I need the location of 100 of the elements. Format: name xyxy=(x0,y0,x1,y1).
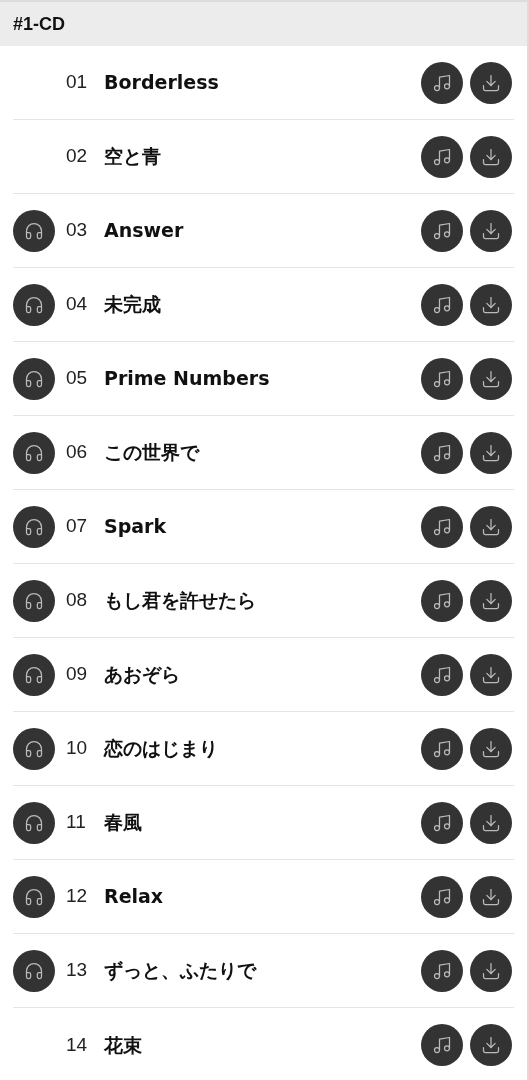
track-number: 13 xyxy=(66,958,89,983)
download-button[interactable] xyxy=(470,1024,512,1066)
download-icon xyxy=(481,886,501,907)
music-button[interactable] xyxy=(421,357,463,400)
download-button[interactable] xyxy=(470,283,512,326)
download-icon xyxy=(481,516,501,537)
download-icon xyxy=(481,664,501,685)
track-title: Spark xyxy=(104,514,167,540)
download-button[interactable] xyxy=(470,135,512,178)
track-title: 花束 xyxy=(104,1032,142,1058)
track-title: ずっと、ふたりで xyxy=(104,958,256,984)
download-icon xyxy=(481,1035,501,1055)
headphones-icon xyxy=(24,664,44,685)
preview-button[interactable] xyxy=(13,801,55,844)
track-number: 11 xyxy=(66,810,87,835)
headphones-icon xyxy=(24,590,44,611)
headphones-icon xyxy=(24,220,44,241)
download-button[interactable] xyxy=(470,431,512,474)
music-button[interactable] xyxy=(421,579,463,622)
music-note-icon xyxy=(432,1035,452,1055)
preview-button[interactable] xyxy=(13,357,55,400)
track-number: 10 xyxy=(66,736,89,761)
music-note-icon xyxy=(432,516,452,537)
download-icon xyxy=(481,72,501,93)
track-number: 05 xyxy=(66,366,89,391)
music-button[interactable] xyxy=(421,505,463,548)
download-button[interactable] xyxy=(470,579,512,622)
track-number: 12 xyxy=(66,884,89,909)
music-button[interactable] xyxy=(421,653,463,696)
music-note-icon xyxy=(432,590,452,611)
download-button[interactable] xyxy=(470,209,512,252)
music-button[interactable] xyxy=(421,1024,463,1066)
preview-button[interactable] xyxy=(13,283,55,326)
preview-button[interactable] xyxy=(13,579,55,622)
headphones-icon xyxy=(24,442,44,463)
music-note-icon xyxy=(432,442,452,463)
download-button[interactable] xyxy=(470,505,512,548)
preview-button[interactable] xyxy=(13,949,55,992)
track-number: 02 xyxy=(66,144,89,169)
download-button[interactable] xyxy=(470,801,512,844)
preview-button[interactable] xyxy=(13,505,55,548)
track-title: Answer xyxy=(104,218,184,244)
headphones-icon xyxy=(24,516,44,537)
download-icon xyxy=(481,590,501,611)
track-title: この世界で xyxy=(104,440,199,466)
download-button[interactable] xyxy=(470,875,512,918)
download-button[interactable] xyxy=(470,727,512,770)
music-note-icon xyxy=(432,220,452,241)
download-icon xyxy=(481,220,501,241)
track-title: Prime Numbers xyxy=(104,366,270,392)
headphones-icon xyxy=(24,886,44,907)
download-icon xyxy=(481,442,501,463)
music-note-icon xyxy=(432,72,452,93)
preview-button[interactable] xyxy=(13,875,55,918)
track-number: 09 xyxy=(66,662,89,687)
music-button[interactable] xyxy=(421,61,463,104)
download-button[interactable] xyxy=(470,949,512,992)
music-note-icon xyxy=(432,664,452,685)
track-number: 01 xyxy=(66,70,89,95)
music-button[interactable] xyxy=(421,209,463,252)
music-button[interactable] xyxy=(421,283,463,326)
music-note-icon xyxy=(432,886,452,907)
music-note-icon xyxy=(432,368,452,389)
track-number: 07 xyxy=(66,514,89,539)
music-note-icon xyxy=(432,812,452,833)
track-number: 06 xyxy=(66,440,89,465)
download-icon xyxy=(481,738,501,759)
preview-button[interactable] xyxy=(13,727,55,770)
headphones-icon xyxy=(24,368,44,389)
download-icon xyxy=(481,368,501,389)
track-title: 空と青 xyxy=(104,144,161,170)
music-button[interactable] xyxy=(421,875,463,918)
music-button[interactable] xyxy=(421,801,463,844)
track-number: 14 xyxy=(66,1032,89,1057)
track-title: Borderless xyxy=(104,70,219,96)
music-button[interactable] xyxy=(421,431,463,474)
track-title: 未完成 xyxy=(104,292,161,318)
music-button[interactable] xyxy=(421,135,463,178)
headphones-icon xyxy=(24,294,44,315)
music-note-icon xyxy=(432,960,452,981)
track-title: あおぞら xyxy=(104,662,180,688)
download-button[interactable] xyxy=(470,653,512,696)
download-button[interactable] xyxy=(470,357,512,400)
preview-button[interactable] xyxy=(13,209,55,252)
download-icon xyxy=(481,294,501,315)
track-number: 03 xyxy=(66,218,89,243)
track-title: もし君を許せたら xyxy=(104,588,256,614)
music-button[interactable] xyxy=(421,727,463,770)
preview-button[interactable] xyxy=(13,431,55,474)
preview-button[interactable] xyxy=(13,653,55,696)
disc-title: #1-CD xyxy=(13,12,65,36)
track-number: 08 xyxy=(66,588,89,613)
music-button[interactable] xyxy=(421,949,463,992)
download-icon xyxy=(481,812,501,833)
track-title: 恋のはじまり xyxy=(104,736,218,762)
track-title: Relax xyxy=(104,884,164,910)
download-icon xyxy=(481,146,501,167)
download-button[interactable] xyxy=(470,61,512,104)
music-note-icon xyxy=(432,738,452,759)
track-title: 春風 xyxy=(104,810,142,836)
